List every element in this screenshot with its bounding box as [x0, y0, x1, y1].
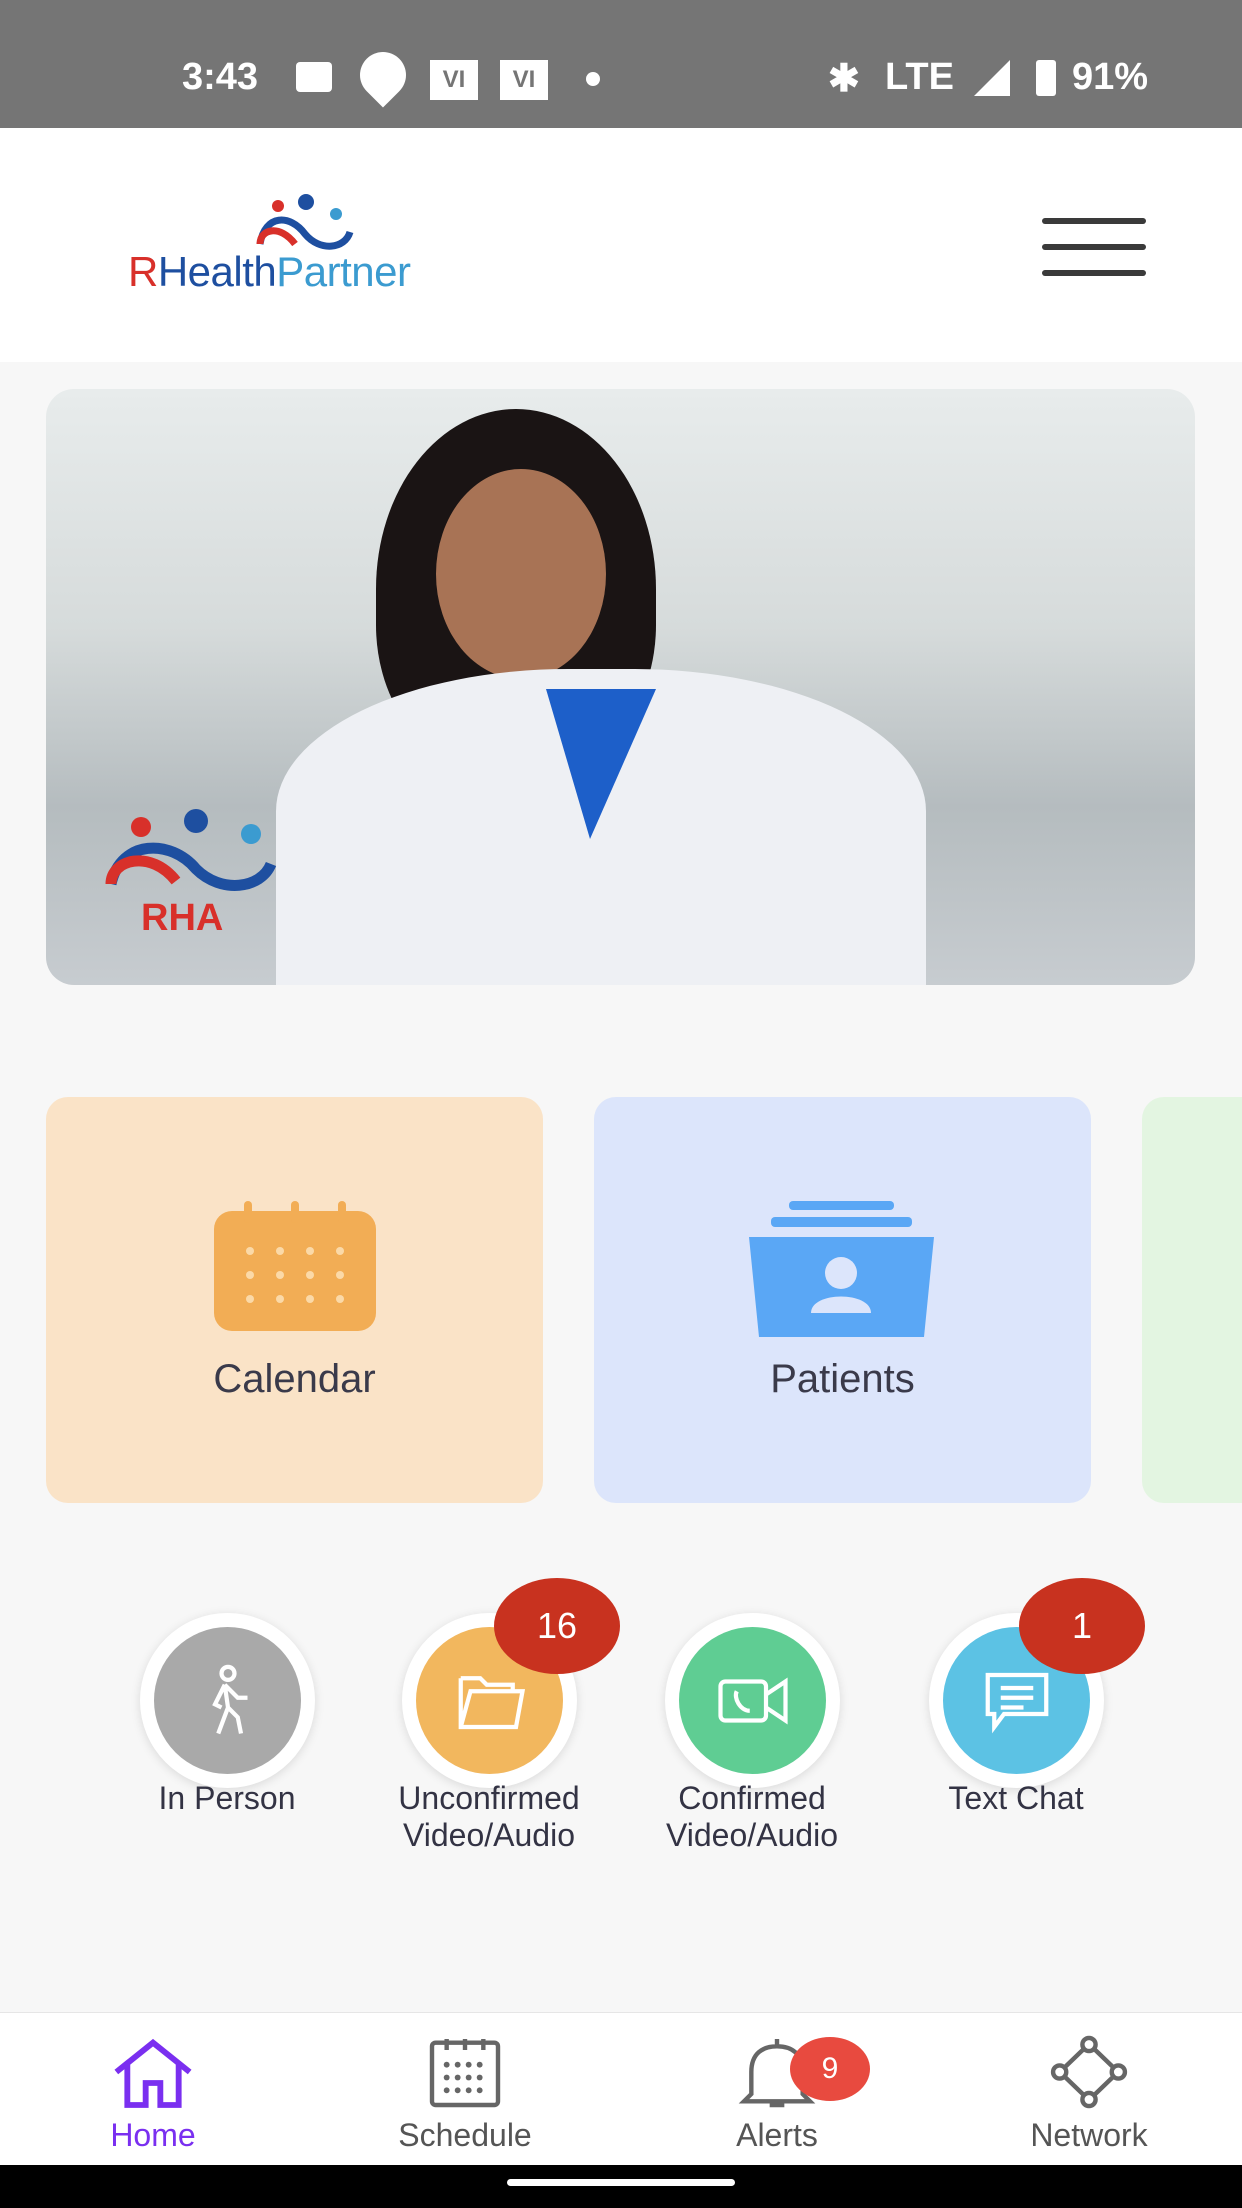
nav-alerts[interactable]: Alerts 9	[677, 2013, 877, 2166]
bottom-nav: Home Schedule Alerts 9 Network	[0, 2012, 1242, 2165]
nav-home-label: Home	[110, 2117, 196, 2153]
nav-network-label: Network	[1030, 2117, 1148, 2153]
logo-r: R	[128, 248, 158, 295]
hamburger-menu-button[interactable]	[1042, 218, 1146, 276]
vi-icon: VI	[430, 60, 478, 100]
patients-card[interactable]: Patients	[594, 1097, 1091, 1503]
unconfirmed-label: Unconfirmed Video/Audio	[398, 1780, 580, 1853]
system-gesture-bar	[0, 2165, 1242, 2208]
nav-home[interactable]: Home	[53, 2013, 253, 2166]
schedule-icon	[429, 2039, 501, 2108]
in-person-button[interactable]	[140, 1613, 315, 1788]
home-icon	[114, 2038, 192, 2108]
status-bar: 3:43 VI VI ✱ LTE 91%	[0, 0, 1242, 128]
logo-health: Health	[157, 248, 277, 295]
logo-figures-icon	[256, 194, 354, 250]
text-chat-label: Text Chat	[948, 1780, 1084, 1816]
rha-logo-text: RHA	[141, 897, 224, 939]
swiggy-icon	[350, 42, 416, 108]
calendar-card[interactable]: Calendar	[46, 1097, 543, 1503]
nav-alerts-label: Alerts	[736, 2117, 818, 2153]
nav-schedule[interactable]: Schedule	[365, 2013, 565, 2166]
nav-network[interactable]: Network	[989, 2013, 1189, 2166]
network-type: LTE	[885, 56, 954, 98]
confirmed-label: Confirmed Video/Audio	[666, 1780, 838, 1853]
nav-schedule-label: Schedule	[398, 2117, 532, 2153]
dot-icon	[586, 72, 600, 86]
patients-label: Patients	[770, 1357, 915, 1401]
patients-folder-icon	[749, 1201, 934, 1337]
video-call-icon	[718, 1677, 788, 1725]
rha-logo-icon	[105, 809, 277, 891]
doctor-face	[436, 469, 606, 679]
confirmed-video-audio-button[interactable]	[665, 1613, 840, 1788]
walking-person-icon	[212, 1664, 248, 1735]
hero-banner-image: RHA	[46, 389, 1195, 985]
battery-level: 91%	[1072, 56, 1149, 98]
app-logo[interactable]: RHealthPartner	[128, 248, 411, 296]
app-header: RHealthPartner	[0, 128, 1242, 362]
home-gesture-handle[interactable]	[507, 2179, 735, 2186]
calendar-icon	[214, 1201, 376, 1331]
chat-icon	[985, 1672, 1049, 1734]
folder-icon	[458, 1676, 526, 1730]
in-person-label: In Person	[158, 1780, 296, 1816]
battery-icon	[1036, 60, 1056, 96]
status-time: 3:43	[182, 56, 259, 98]
alerts-count-badge: 9	[790, 2037, 870, 2101]
partial-card[interactable]	[1142, 1097, 1242, 1503]
vi-icon: VI	[500, 60, 548, 100]
message-icon	[296, 62, 332, 92]
signal-icon	[974, 60, 1010, 96]
calendar-label: Calendar	[213, 1357, 376, 1401]
text-chat-count-badge: 1	[1019, 1578, 1145, 1674]
network-icon	[1050, 2035, 1128, 2109]
logo-partner: Partner	[276, 248, 411, 295]
bluetooth-icon: ✱	[828, 58, 860, 100]
unconfirmed-count-badge: 16	[494, 1578, 620, 1674]
